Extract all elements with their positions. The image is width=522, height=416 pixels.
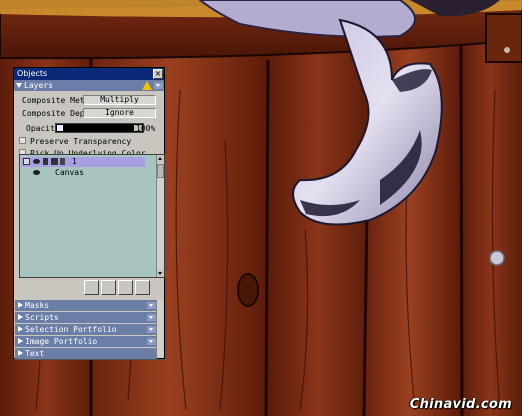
layer-list[interactable]: 1 Canvas	[19, 154, 165, 278]
image-portfolio-label: Image Portfolio	[25, 337, 98, 346]
chevron-right-icon[interactable]	[18, 302, 23, 308]
layer-row[interactable]: 1	[21, 157, 145, 167]
opacity-slider[interactable]	[55, 123, 144, 133]
opacity-row: Opacity 100%	[14, 122, 164, 134]
section-menu-icon[interactable]	[147, 302, 156, 309]
chevron-right-icon[interactable]	[18, 350, 23, 356]
section-menu-icon[interactable]	[147, 326, 156, 333]
layer-list-scrollbar[interactable]	[156, 155, 164, 277]
fence-rivet	[489, 250, 505, 266]
layer-name[interactable]: 1	[72, 157, 77, 167]
lock-icon[interactable]	[43, 158, 48, 165]
new-layer-icon[interactable]	[84, 280, 99, 295]
close-icon[interactable]: ×	[153, 69, 163, 79]
paint-bucket-icon[interactable]	[101, 280, 116, 295]
palette-title: Objects	[17, 69, 48, 78]
preserve-transparency-label: Preserve Transparency	[30, 137, 132, 146]
section-menu-icon[interactable]	[147, 314, 156, 321]
duplicate-layer-icon[interactable]	[118, 280, 133, 295]
preserve-transparency-row: Preserve Transparency	[14, 135, 164, 147]
scripts-section[interactable]: Scripts	[15, 312, 157, 323]
opacity-value: 100%	[136, 124, 156, 133]
scripts-label: Scripts	[25, 313, 59, 322]
layers-section-header[interactable]: Layers	[14, 80, 164, 91]
objects-palette[interactable]: Objects × Layers Composite Method Multip…	[13, 67, 165, 359]
layer-row[interactable]: Canvas	[21, 168, 145, 178]
camera-icon[interactable]	[51, 158, 58, 165]
layer-expand-icon[interactable]	[23, 158, 30, 165]
paint-icon[interactable]	[60, 158, 65, 165]
scroll-up-icon[interactable]	[157, 155, 164, 163]
text-label: Text	[25, 349, 45, 358]
selection-portfolio-label: Selection Portfolio	[25, 325, 117, 334]
masks-section[interactable]: Masks	[15, 300, 157, 311]
section-menu-icon[interactable]	[147, 338, 156, 345]
palette-titlebar[interactable]: Objects ×	[14, 68, 164, 80]
composite-depth-row: Composite Depth Ignore	[14, 107, 164, 119]
composite-method-dropdown[interactable]: Multiply	[83, 95, 156, 105]
masks-label: Masks	[25, 301, 50, 310]
chevron-right-icon[interactable]	[18, 314, 23, 320]
watermark: Chinavid.com	[409, 397, 512, 412]
image-portfolio-section[interactable]: Image Portfolio	[15, 336, 157, 347]
composite-depth-dropdown[interactable]: Ignore	[83, 108, 156, 118]
wood-knot	[237, 273, 259, 307]
fence-bracket	[485, 13, 522, 63]
opacity-slider-knob[interactable]	[57, 125, 63, 131]
eye-icon[interactable]	[33, 170, 40, 175]
selection-portfolio-section[interactable]: Selection Portfolio	[15, 324, 157, 335]
chevron-down-icon[interactable]	[16, 83, 22, 88]
layer-name[interactable]: Canvas	[55, 168, 84, 178]
layers-section-label: Layers	[24, 81, 53, 90]
eye-icon[interactable]	[33, 159, 40, 164]
section-menu-icon[interactable]	[154, 82, 163, 89]
composite-method-row: Composite Method Multiply	[14, 94, 164, 106]
palette-scrollbar[interactable]	[156, 300, 163, 358]
chevron-right-icon[interactable]	[18, 338, 23, 344]
trash-icon[interactable]	[135, 280, 150, 295]
chevron-right-icon[interactable]	[18, 326, 23, 332]
scroll-down-icon[interactable]	[157, 269, 164, 277]
warning-icon	[142, 81, 152, 90]
scroll-thumb[interactable]	[157, 164, 164, 178]
layer-tools	[14, 280, 164, 298]
preserve-transparency-checkbox[interactable]	[19, 137, 26, 144]
text-section[interactable]: Text	[15, 348, 157, 359]
fence-board	[460, 40, 522, 416]
